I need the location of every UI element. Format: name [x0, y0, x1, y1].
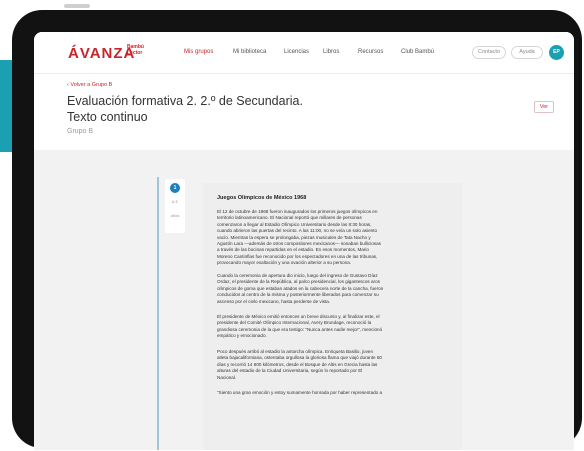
main-nav: Mis grupos Mi biblioteca Licencias Libro…: [184, 49, 446, 55]
nav-recursos[interactable]: Recursos: [358, 49, 401, 55]
app-screen: ÁVANZA Bambú Lector Mis grupos Mi biblio…: [34, 32, 574, 450]
tablet-frame: ÁVANZA Bambú Lector Mis grupos Mi biblio…: [12, 10, 582, 450]
contact-button[interactable]: Contacto: [472, 46, 506, 59]
bambu-lector-logo: Bambú Lector: [127, 44, 144, 56]
group-label: Grupo B: [67, 128, 94, 135]
avanza-logo[interactable]: ÁVANZA: [68, 45, 135, 62]
document-left-border: [157, 177, 159, 450]
side-label-ae: A.E: [171, 199, 179, 204]
page-subtitle: Texto continuo: [67, 110, 148, 124]
nav-libros[interactable]: Libros: [323, 49, 358, 55]
page-title: Evaluación formativa 2. 2.º de Secundari…: [67, 94, 303, 108]
nav-licencias[interactable]: Licencias: [284, 49, 323, 55]
question-number-badge[interactable]: 1: [170, 183, 180, 193]
nav-mis-grupos[interactable]: Mis grupos: [184, 49, 233, 55]
document-title: Juegos Olímpicos de México 1968: [217, 195, 307, 201]
document-paragraph: El 12 de octubre de 1968 fueron inaugura…: [217, 209, 381, 266]
nav-mi-biblioteca[interactable]: Mi biblioteca: [233, 49, 284, 55]
nav-club-bambu[interactable]: Club Bambú: [401, 49, 446, 55]
document-paragraph: El presidente de México emitió entonces …: [217, 314, 383, 339]
document-paragraph: Cuando la ceremonia de apertura dio inic…: [217, 273, 384, 304]
decorative-dots: [64, 4, 90, 8]
reading-document: Juegos Olímpicos de México 1968 El 12 de…: [203, 183, 462, 450]
document-paragraph: "Siento una gran emoción y estoy sumamen…: [217, 390, 383, 395]
help-button[interactable]: Ayuda: [511, 46, 543, 59]
question-side-panel: 1 A.E años: [165, 179, 185, 233]
view-button[interactable]: Ver: [534, 101, 554, 113]
document-paragraph: Poco después arribó al estadio la antorc…: [217, 349, 382, 380]
back-link[interactable]: ‹ Volver a Grupo B: [67, 82, 112, 88]
side-label-anos: años: [170, 213, 180, 218]
user-avatar[interactable]: EP: [549, 45, 564, 60]
top-navigation-bar: ÁVANZA Bambú Lector Mis grupos Mi biblio…: [34, 32, 574, 74]
